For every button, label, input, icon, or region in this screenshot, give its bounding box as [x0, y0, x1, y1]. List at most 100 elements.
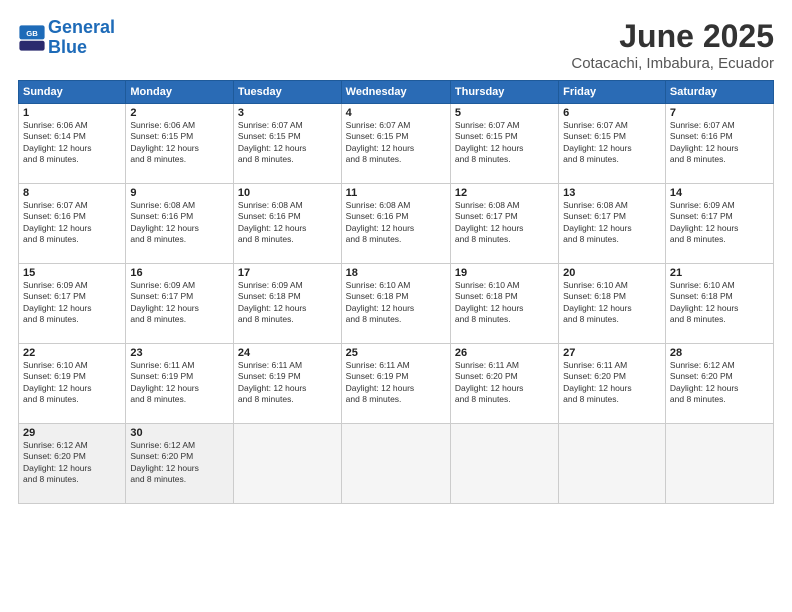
- header: GB General Blue June 2025 Cotacachi, Imb…: [18, 18, 774, 72]
- logo-icon: GB: [18, 24, 46, 52]
- week-row-3: 15Sunrise: 6:09 AMSunset: 6:17 PMDayligh…: [19, 264, 774, 344]
- day-cell: 27Sunrise: 6:11 AMSunset: 6:20 PMDayligh…: [559, 344, 666, 424]
- day-cell: 9Sunrise: 6:08 AMSunset: 6:16 PMDaylight…: [126, 184, 234, 264]
- day-cell: 12Sunrise: 6:08 AMSunset: 6:17 PMDayligh…: [450, 184, 558, 264]
- week-row-5: 29Sunrise: 6:12 AMSunset: 6:20 PMDayligh…: [19, 424, 774, 504]
- day-number: 16: [130, 267, 229, 279]
- day-cell: [559, 424, 666, 504]
- subtitle: Cotacachi, Imbabura, Ecuador: [571, 55, 774, 72]
- day-cell: [341, 424, 450, 504]
- logo-text: General Blue: [48, 18, 115, 58]
- logo: GB General Blue: [18, 18, 115, 58]
- day-info: Sunrise: 6:12 AMSunset: 6:20 PMDaylight:…: [670, 360, 769, 406]
- day-number: 27: [563, 347, 661, 359]
- day-info: Sunrise: 6:07 AMSunset: 6:15 PMDaylight:…: [346, 120, 446, 166]
- day-cell: 10Sunrise: 6:08 AMSunset: 6:16 PMDayligh…: [233, 184, 341, 264]
- day-info: Sunrise: 6:11 AMSunset: 6:19 PMDaylight:…: [346, 360, 446, 406]
- day-info: Sunrise: 6:10 AMSunset: 6:18 PMDaylight:…: [670, 280, 769, 326]
- day-info: Sunrise: 6:12 AMSunset: 6:20 PMDaylight:…: [23, 440, 121, 486]
- day-number: 17: [238, 267, 337, 279]
- day-number: 18: [346, 267, 446, 279]
- day-cell: 25Sunrise: 6:11 AMSunset: 6:19 PMDayligh…: [341, 344, 450, 424]
- day-number: 22: [23, 347, 121, 359]
- day-info: Sunrise: 6:08 AMSunset: 6:16 PMDaylight:…: [346, 200, 446, 246]
- day-number: 15: [23, 267, 121, 279]
- day-info: Sunrise: 6:07 AMSunset: 6:16 PMDaylight:…: [23, 200, 121, 246]
- day-cell: 11Sunrise: 6:08 AMSunset: 6:16 PMDayligh…: [341, 184, 450, 264]
- day-cell: 13Sunrise: 6:08 AMSunset: 6:17 PMDayligh…: [559, 184, 666, 264]
- svg-text:GB: GB: [26, 29, 38, 38]
- day-info: Sunrise: 6:10 AMSunset: 6:18 PMDaylight:…: [563, 280, 661, 326]
- day-cell: 21Sunrise: 6:10 AMSunset: 6:18 PMDayligh…: [665, 264, 773, 344]
- day-cell: 20Sunrise: 6:10 AMSunset: 6:18 PMDayligh…: [559, 264, 666, 344]
- day-info: Sunrise: 6:06 AMSunset: 6:15 PMDaylight:…: [130, 120, 229, 166]
- day-info: Sunrise: 6:07 AMSunset: 6:15 PMDaylight:…: [455, 120, 554, 166]
- day-number: 2: [130, 107, 229, 119]
- day-number: 5: [455, 107, 554, 119]
- day-cell: 5Sunrise: 6:07 AMSunset: 6:15 PMDaylight…: [450, 104, 558, 184]
- day-number: 6: [563, 107, 661, 119]
- col-wednesday: Wednesday: [341, 81, 450, 104]
- col-thursday: Thursday: [450, 81, 558, 104]
- day-number: 11: [346, 187, 446, 199]
- day-number: 25: [346, 347, 446, 359]
- col-monday: Monday: [126, 81, 234, 104]
- day-cell: 29Sunrise: 6:12 AMSunset: 6:20 PMDayligh…: [19, 424, 126, 504]
- day-info: Sunrise: 6:08 AMSunset: 6:17 PMDaylight:…: [455, 200, 554, 246]
- calendar-header-row: Sunday Monday Tuesday Wednesday Thursday…: [19, 81, 774, 104]
- day-number: 23: [130, 347, 229, 359]
- day-number: 1: [23, 107, 121, 119]
- day-number: 3: [238, 107, 337, 119]
- day-info: Sunrise: 6:07 AMSunset: 6:15 PMDaylight:…: [238, 120, 337, 166]
- day-info: Sunrise: 6:11 AMSunset: 6:20 PMDaylight:…: [563, 360, 661, 406]
- day-number: 26: [455, 347, 554, 359]
- day-cell: 6Sunrise: 6:07 AMSunset: 6:15 PMDaylight…: [559, 104, 666, 184]
- day-info: Sunrise: 6:10 AMSunset: 6:19 PMDaylight:…: [23, 360, 121, 406]
- day-info: Sunrise: 6:09 AMSunset: 6:18 PMDaylight:…: [238, 280, 337, 326]
- day-info: Sunrise: 6:12 AMSunset: 6:20 PMDaylight:…: [130, 440, 229, 486]
- day-info: Sunrise: 6:09 AMSunset: 6:17 PMDaylight:…: [670, 200, 769, 246]
- day-info: Sunrise: 6:11 AMSunset: 6:19 PMDaylight:…: [238, 360, 337, 406]
- day-info: Sunrise: 6:10 AMSunset: 6:18 PMDaylight:…: [346, 280, 446, 326]
- day-number: 28: [670, 347, 769, 359]
- day-number: 8: [23, 187, 121, 199]
- day-info: Sunrise: 6:11 AMSunset: 6:20 PMDaylight:…: [455, 360, 554, 406]
- day-info: Sunrise: 6:11 AMSunset: 6:19 PMDaylight:…: [130, 360, 229, 406]
- day-cell: 23Sunrise: 6:11 AMSunset: 6:19 PMDayligh…: [126, 344, 234, 424]
- day-info: Sunrise: 6:08 AMSunset: 6:17 PMDaylight:…: [563, 200, 661, 246]
- col-sunday: Sunday: [19, 81, 126, 104]
- day-cell: 24Sunrise: 6:11 AMSunset: 6:19 PMDayligh…: [233, 344, 341, 424]
- day-cell: 26Sunrise: 6:11 AMSunset: 6:20 PMDayligh…: [450, 344, 558, 424]
- day-cell: [665, 424, 773, 504]
- day-cell: [450, 424, 558, 504]
- day-number: 12: [455, 187, 554, 199]
- day-cell: 8Sunrise: 6:07 AMSunset: 6:16 PMDaylight…: [19, 184, 126, 264]
- week-row-4: 22Sunrise: 6:10 AMSunset: 6:19 PMDayligh…: [19, 344, 774, 424]
- day-info: Sunrise: 6:09 AMSunset: 6:17 PMDaylight:…: [23, 280, 121, 326]
- day-cell: 18Sunrise: 6:10 AMSunset: 6:18 PMDayligh…: [341, 264, 450, 344]
- day-number: 14: [670, 187, 769, 199]
- page: GB General Blue June 2025 Cotacachi, Imb…: [0, 0, 792, 612]
- day-number: 30: [130, 427, 229, 439]
- week-row-2: 8Sunrise: 6:07 AMSunset: 6:16 PMDaylight…: [19, 184, 774, 264]
- day-number: 7: [670, 107, 769, 119]
- day-cell: 17Sunrise: 6:09 AMSunset: 6:18 PMDayligh…: [233, 264, 341, 344]
- col-tuesday: Tuesday: [233, 81, 341, 104]
- day-cell: 28Sunrise: 6:12 AMSunset: 6:20 PMDayligh…: [665, 344, 773, 424]
- day-cell: 7Sunrise: 6:07 AMSunset: 6:16 PMDaylight…: [665, 104, 773, 184]
- main-title: June 2025: [571, 18, 774, 55]
- calendar-table: Sunday Monday Tuesday Wednesday Thursday…: [18, 80, 774, 504]
- logo-blue: Blue: [48, 37, 87, 57]
- day-info: Sunrise: 6:08 AMSunset: 6:16 PMDaylight:…: [130, 200, 229, 246]
- day-info: Sunrise: 6:08 AMSunset: 6:16 PMDaylight:…: [238, 200, 337, 246]
- logo-general: General: [48, 17, 115, 37]
- day-number: 13: [563, 187, 661, 199]
- day-cell: 2Sunrise: 6:06 AMSunset: 6:15 PMDaylight…: [126, 104, 234, 184]
- day-cell: 30Sunrise: 6:12 AMSunset: 6:20 PMDayligh…: [126, 424, 234, 504]
- week-row-1: 1Sunrise: 6:06 AMSunset: 6:14 PMDaylight…: [19, 104, 774, 184]
- day-cell: [233, 424, 341, 504]
- day-cell: 1Sunrise: 6:06 AMSunset: 6:14 PMDaylight…: [19, 104, 126, 184]
- day-cell: 15Sunrise: 6:09 AMSunset: 6:17 PMDayligh…: [19, 264, 126, 344]
- day-cell: 4Sunrise: 6:07 AMSunset: 6:15 PMDaylight…: [341, 104, 450, 184]
- day-cell: 16Sunrise: 6:09 AMSunset: 6:17 PMDayligh…: [126, 264, 234, 344]
